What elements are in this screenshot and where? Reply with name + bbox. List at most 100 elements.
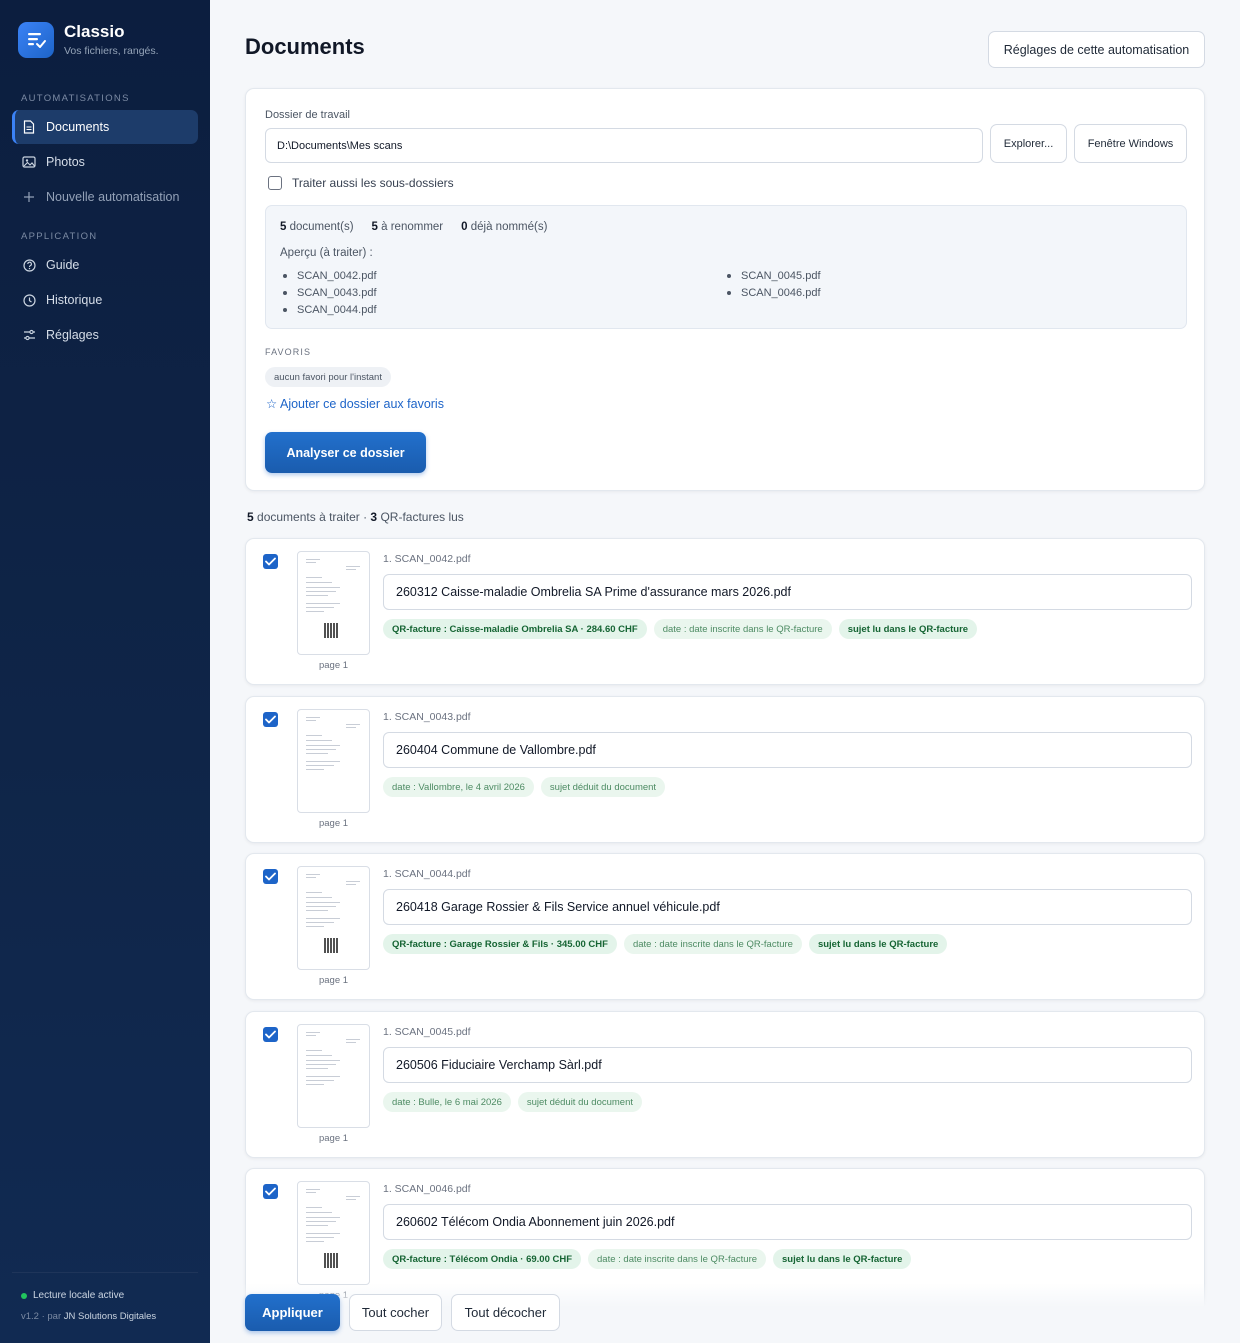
clock-icon [22, 293, 36, 307]
thumbnail-text-line [306, 603, 340, 605]
qr-badge: QR-facture : Télécom Ondia · 69.00 CHF [383, 1249, 582, 1269]
thumbnail-text-line [306, 874, 320, 876]
sidebar-item-settings[interactable]: Réglages [12, 318, 198, 352]
qr-badge: QR-facture : Caisse-maladie Ombrelia SA … [383, 619, 647, 639]
document-thumbnail[interactable] [297, 709, 370, 813]
thumbnail-text-line [306, 922, 334, 924]
info-badge: date : date inscrite dans le QR-facture [623, 934, 802, 954]
results-count: 5 documents à traiter · 3 QR-factures lu… [247, 510, 464, 524]
apply-button[interactable]: Appliquer [245, 1294, 340, 1331]
thumbnail-text-line [306, 1237, 334, 1239]
status-text: Lecture locale active [33, 1290, 125, 1301]
preview-list-right: SCAN_0045.pdf SCAN_0046.pdf [727, 267, 821, 301]
subfolders-label: Traiter aussi les sous-dossiers [292, 176, 454, 190]
info-badge: date : date inscrite dans le QR-facture [653, 619, 832, 639]
status-dot-icon [21, 1292, 27, 1299]
stat-documents: 5 document(s) [280, 221, 354, 233]
analysis-summary: 5 document(s) 5 à renommer 0 déjà nommé(… [265, 205, 1187, 329]
thumbnail-text-line [306, 591, 336, 593]
checkmark-icon [265, 872, 276, 881]
page-label: page 1 [318, 975, 349, 986]
info-badge: date : Bulle, le 6 mai 2026 [383, 1092, 511, 1112]
check-all-button[interactable]: Tout cocher [349, 1294, 442, 1331]
document-thumbnail[interactable] [297, 1024, 370, 1128]
document-thumbnail[interactable] [297, 866, 370, 970]
thumbnail-text-line [306, 1221, 336, 1223]
sidebar-item-guide[interactable]: Guide [12, 248, 198, 282]
browse-button[interactable]: Explorer... [990, 124, 1067, 163]
source-filename: 1. SCAN_0044.pdf [383, 868, 471, 880]
analyse-folder-button[interactable]: Analyser ce dossier [265, 432, 426, 473]
qr-badge: sujet lu dans le QR-facture [773, 1249, 912, 1269]
new-filename-input[interactable]: 260312 Caisse-maladie Ombrelia SA Prime … [383, 574, 1192, 610]
new-filename-input[interactable]: 260404 Commune de Vallombre.pdf [383, 732, 1192, 768]
windows-explorer-button[interactable]: Fenêtre Windows [1074, 124, 1187, 163]
folder-panel: Dossier de travail D:\Documents\Mes scan… [245, 88, 1205, 491]
thumbnail-text-line [306, 587, 340, 589]
thumbnail-text-line [306, 582, 332, 584]
summary-stats: 5 document(s) 5 à renommer 0 déjà nommé(… [280, 221, 565, 233]
info-badge: date : date inscrite dans le QR-facture [588, 1249, 767, 1269]
subfolders-checkbox[interactable] [268, 176, 282, 190]
document-checkbox[interactable] [263, 869, 278, 884]
sidebar-item-label: Guide [46, 258, 80, 272]
section-label-automations: AUTOMATISATIONS [21, 93, 130, 104]
thumbnail-text-line [346, 1039, 360, 1041]
image-icon [22, 155, 36, 169]
add-favorite-link[interactable]: ☆ Ajouter ce dossier aux favoris [266, 396, 444, 411]
thumbnail-text-line [306, 1050, 322, 1052]
sidebar-item-documents[interactable]: Documents [12, 110, 198, 144]
thumbnail-text-line [306, 740, 332, 742]
document-card: page 1 1. SCAN_0043.pdf 260404 Commune de … [245, 696, 1205, 843]
document-thumbnail[interactable] [297, 1181, 370, 1285]
status-indicator: Lecture locale active [21, 1290, 124, 1301]
document-tags: date : Bulle, le 6 mai 2026 sujet déduit … [383, 1092, 649, 1112]
sidebar-item-label: Documents [46, 120, 110, 134]
list-item: SCAN_0046.pdf [727, 284, 821, 301]
sidebar-item-new-automation[interactable]: Nouvelle automatisation [12, 180, 198, 214]
sliders-icon [22, 328, 36, 342]
checkmark-icon [265, 1030, 276, 1039]
thumbnail-text-line [306, 877, 316, 879]
thumbnail-text-line [346, 569, 356, 571]
sidebar-item-history[interactable]: Historique [12, 283, 198, 317]
thumbnail-text-line [306, 1233, 340, 1235]
thumbnail-text-line [306, 1189, 320, 1191]
thumbnail-text-line [306, 717, 320, 719]
info-badge: sujet déduit du document [540, 777, 666, 797]
thumbnail-text-line [306, 595, 328, 597]
brand: Classio Vos fichiers, rangés. [18, 22, 159, 58]
new-filename-input[interactable]: 260418 Garage Rossier & Fils Service ann… [383, 889, 1192, 925]
thumbnail-text-line [306, 1060, 340, 1062]
thumbnail-text-line [306, 926, 324, 928]
thumbnail-text-line [346, 884, 356, 886]
document-checkbox[interactable] [263, 1184, 278, 1199]
document-checkbox[interactable] [263, 712, 278, 727]
document-checkbox[interactable] [263, 554, 278, 569]
source-filename: 1. SCAN_0045.pdf [383, 1026, 471, 1038]
page-title: Documents [245, 34, 365, 59]
thumbnail-text-line [306, 1225, 328, 1227]
thumbnail-text-line [306, 892, 322, 894]
folder-path-input[interactable]: D:\Documents\Mes scans [265, 128, 983, 163]
document-tags: QR-facture : Caisse-maladie Ombrelia SA … [383, 619, 984, 639]
new-filename-input[interactable]: 260506 Fiduciaire Verchamp Sàrl.pdf [383, 1047, 1192, 1083]
document-tags: QR-facture : Garage Rossier & Fils · 345… [383, 934, 954, 954]
thumbnail-text-line [306, 577, 322, 579]
subfolders-option[interactable]: Traiter aussi les sous-dossiers [268, 176, 454, 190]
document-tags: date : Vallombre, le 4 avril 2026 sujet d… [383, 777, 672, 797]
document-checkbox[interactable] [263, 1027, 278, 1042]
thumbnail-text-line [306, 753, 328, 755]
thumbnail-text-line [306, 1035, 316, 1037]
document-thumbnail[interactable] [297, 551, 370, 655]
favorites-label: FAVORIS [265, 347, 312, 357]
thumbnail-text-line [306, 1217, 340, 1219]
section-label-application: APPLICATION [21, 231, 98, 242]
thumbnail-text-line [346, 566, 360, 568]
automation-settings-button[interactable]: Réglages de cette automatisation [988, 31, 1205, 68]
thumbnail-text-line [306, 1192, 316, 1194]
uncheck-all-button[interactable]: Tout décocher [451, 1294, 560, 1331]
new-filename-input[interactable]: 260602 Télécom Ondia Abonnement juin 202… [383, 1204, 1192, 1240]
sidebar-item-photos[interactable]: Photos [12, 145, 198, 179]
sidebar-item-label: Réglages [46, 328, 99, 342]
